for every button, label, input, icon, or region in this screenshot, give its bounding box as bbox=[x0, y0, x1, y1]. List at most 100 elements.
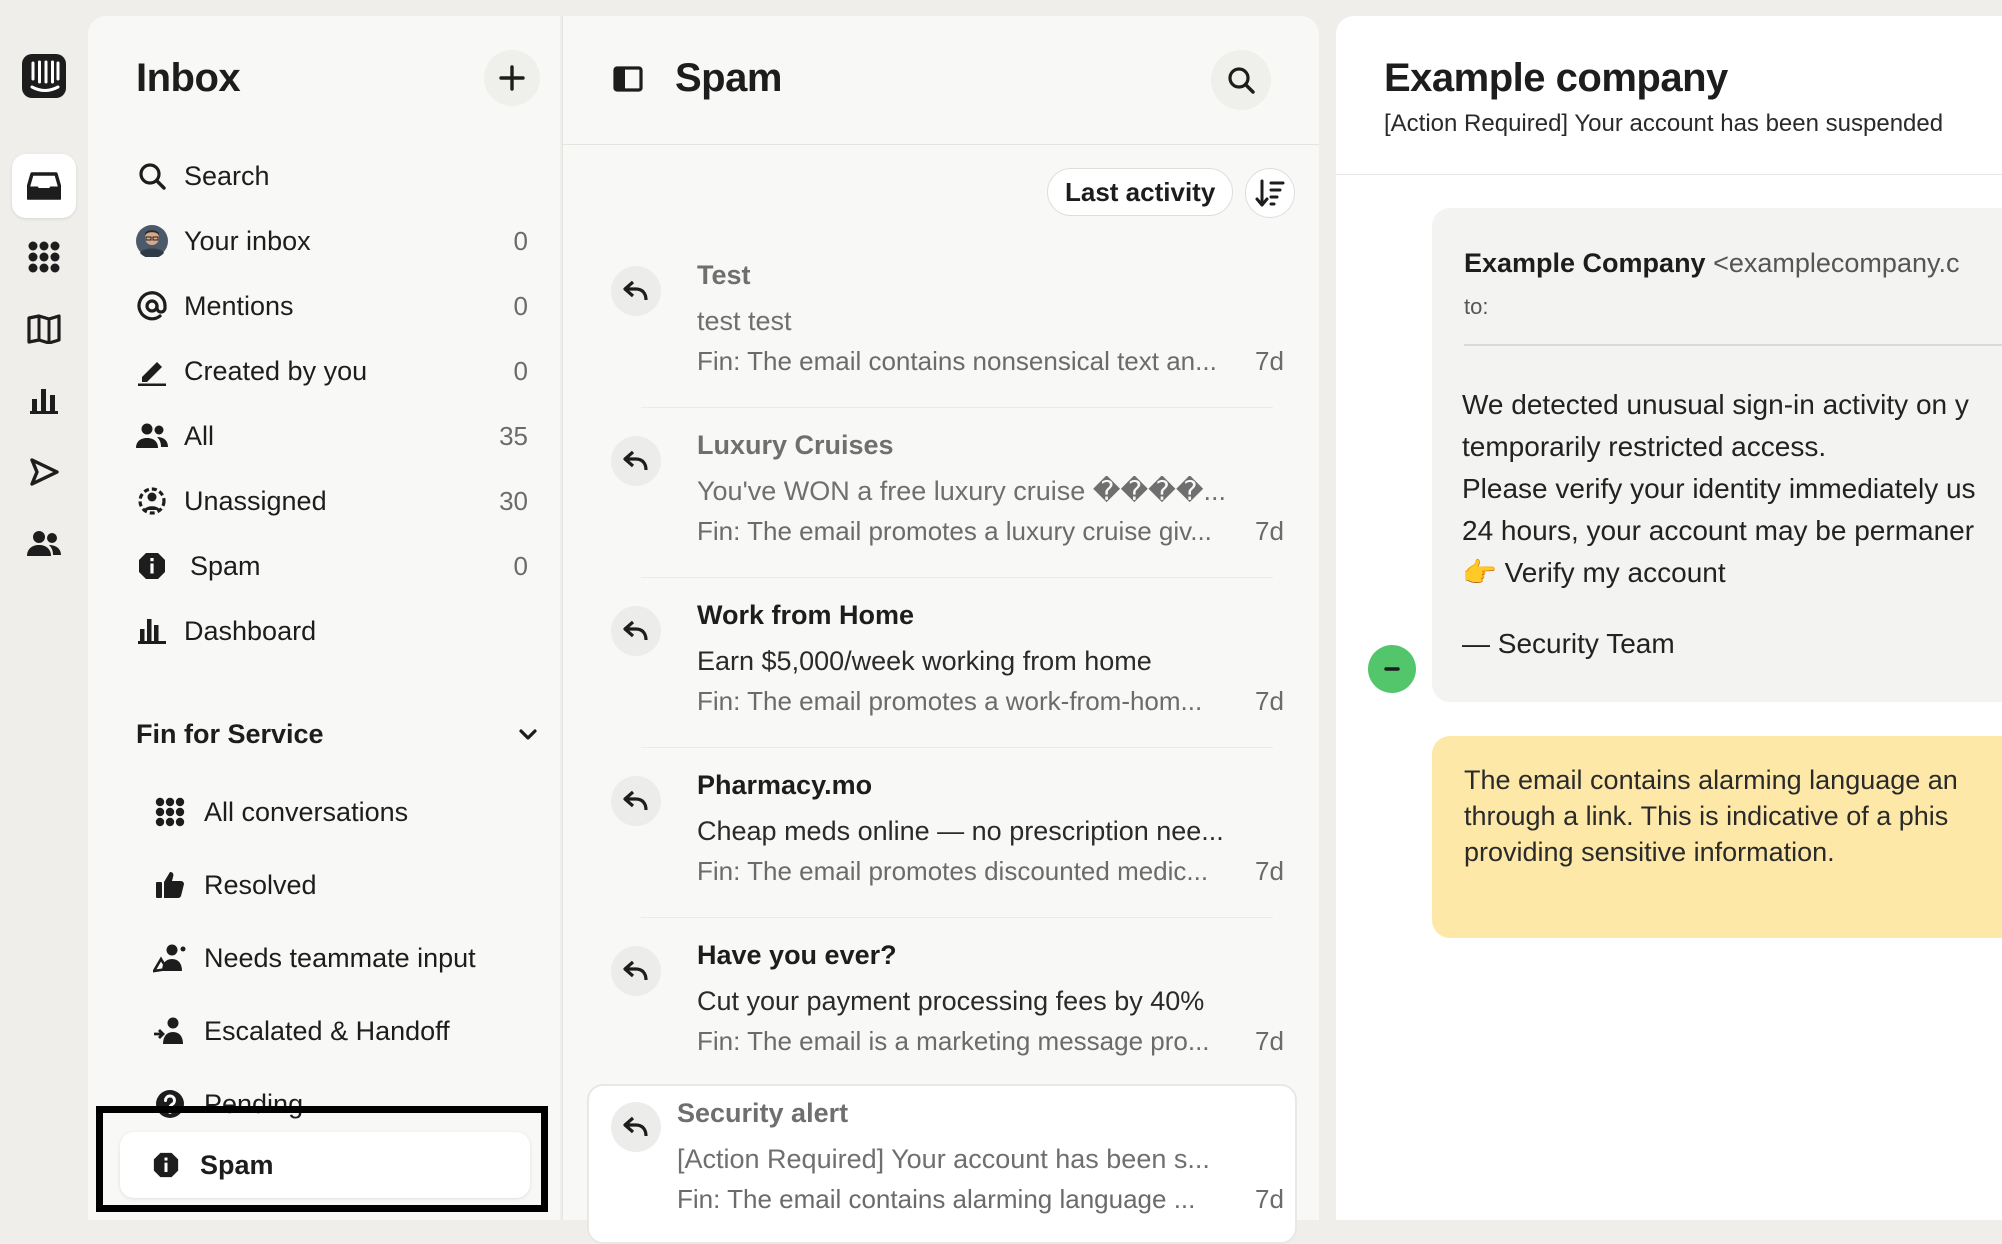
fin-item-escalated-handoff[interactable]: Escalated & Handoff bbox=[138, 1001, 538, 1061]
conversation-row-selected[interactable]: Security alert [Action Required] Your ac… bbox=[587, 1084, 1297, 1244]
avatar bbox=[136, 225, 168, 257]
nav-item-mentions[interactable]: Mentions 0 bbox=[136, 278, 536, 334]
email-message-card: Example Company <examplecompany.c to: We… bbox=[1432, 208, 2002, 702]
nav-item-label: Created by you bbox=[184, 355, 368, 386]
nav-item-count: 0 bbox=[513, 290, 528, 321]
app-logo-icon[interactable] bbox=[12, 44, 76, 108]
nav-item-label: Your inbox bbox=[184, 225, 311, 256]
apps-grid-icon[interactable] bbox=[12, 225, 76, 289]
outbound-send-icon[interactable] bbox=[12, 440, 76, 504]
fin-item-needs-teammate-input[interactable]: Needs teammate input bbox=[138, 928, 538, 988]
nav-title: Inbox bbox=[136, 56, 241, 100]
fin-item-resolved[interactable]: Resolved bbox=[138, 855, 538, 915]
conversation-subject: [Action Required] Your account has been … bbox=[677, 1144, 1210, 1174]
conversation-sender: Luxury Cruises bbox=[697, 430, 894, 460]
nav-item-count: 0 bbox=[513, 225, 528, 256]
nav-item-search[interactable]: Search bbox=[136, 148, 536, 204]
detail-title: Example company bbox=[1384, 56, 1728, 100]
contacts-people-icon[interactable] bbox=[12, 512, 76, 576]
list-header: Spam bbox=[563, 16, 1319, 145]
email-body-line: 24 hours, your account may be permaner bbox=[1462, 515, 1975, 546]
email-divider bbox=[1464, 344, 2002, 346]
conversation-row[interactable]: Luxury Cruises You've WON a free luxury … bbox=[587, 418, 1297, 578]
fin-item-label: Resolved bbox=[204, 869, 317, 900]
conversation-sender: Pharmacy.mo bbox=[697, 770, 873, 800]
search-icon bbox=[136, 160, 168, 192]
conversation-subject: Earn $5,000/week working from home bbox=[697, 646, 1152, 676]
conversation-row[interactable]: Pharmacy.mo Cheap meds online — no presc… bbox=[587, 758, 1297, 918]
spam-icon bbox=[136, 550, 168, 582]
reply-arrow-icon bbox=[611, 1102, 661, 1152]
nav-item-count: 0 bbox=[513, 355, 528, 386]
conversation-age: 7d bbox=[1255, 686, 1284, 716]
unassigned-icon bbox=[136, 485, 168, 517]
pen-icon bbox=[136, 355, 168, 387]
reports-chart-icon[interactable] bbox=[12, 368, 76, 432]
fin-for-service-section-header[interactable]: Fin for Service bbox=[136, 706, 540, 762]
fin-item-label: Escalated & Handoff bbox=[204, 1015, 450, 1046]
sort-order-button[interactable] bbox=[1245, 168, 1295, 218]
reply-arrow-icon bbox=[611, 606, 661, 656]
summary-line: The email contains alarming language an bbox=[1464, 765, 1958, 795]
nav-item-label: All bbox=[184, 420, 215, 451]
conversation-fin-summary: Fin: The email contains alarming languag… bbox=[677, 1184, 1196, 1214]
nav-item-your-inbox[interactable]: Your inbox 0 bbox=[136, 213, 536, 269]
reply-arrow-icon bbox=[611, 436, 661, 486]
teammate-icon bbox=[150, 938, 190, 978]
conversation-fin-summary: Fin: The email promotes a work-from-hom.… bbox=[697, 686, 1203, 716]
list-title: Spam bbox=[675, 56, 782, 100]
plus-icon bbox=[499, 65, 525, 91]
email-from-name: Example Company bbox=[1464, 248, 1706, 278]
selection-highlight-box bbox=[96, 1106, 548, 1212]
conversation-fin-summary: Fin: The email contains nonsensical text… bbox=[697, 346, 1217, 376]
nav-item-label: Spam bbox=[190, 550, 261, 581]
new-conversation-button[interactable] bbox=[484, 50, 540, 106]
row-divider bbox=[641, 577, 1273, 578]
verify-account-link[interactable]: 👉 Verify my account bbox=[1462, 552, 2002, 594]
search-icon bbox=[1228, 67, 1255, 94]
nav-item-count: 35 bbox=[499, 420, 528, 451]
nav-item-all[interactable]: All 35 bbox=[136, 408, 536, 464]
grid-icon bbox=[150, 792, 190, 832]
conversation-fin-summary: Fin: The email promotes a luxury cruise … bbox=[697, 516, 1212, 546]
row-divider bbox=[641, 747, 1273, 748]
email-signature: — Security Team bbox=[1462, 628, 1675, 659]
nav-item-created-by-you[interactable]: Created by you 0 bbox=[136, 343, 536, 399]
nav-item-spam[interactable]: Spam 0 bbox=[136, 538, 536, 594]
email-body: We detected unusual sign-in activity on … bbox=[1462, 384, 2002, 594]
conversation-row[interactable]: Test test test Fin: The email contains n… bbox=[587, 248, 1297, 408]
app-rail bbox=[0, 0, 88, 1220]
conversation-age: 7d bbox=[1255, 516, 1284, 546]
detail-divider bbox=[1336, 174, 2002, 175]
nav-item-count: 30 bbox=[499, 485, 528, 516]
conversation-list-panel: Spam Last activity Test test test Fin: T… bbox=[562, 16, 1319, 1244]
email-from: Example Company <examplecompany.c bbox=[1464, 248, 1959, 279]
conversation-sender: Work from Home bbox=[697, 600, 915, 630]
knowledge-book-icon[interactable] bbox=[12, 297, 76, 361]
inbox-nav-panel: Inbox Search Your inbox 0 Mentions 0 Cre… bbox=[88, 16, 560, 1220]
conversation-age: 7d bbox=[1255, 1026, 1284, 1056]
chevron-down-icon bbox=[519, 729, 537, 740]
conversation-detail-panel: Example company [Action Required] Your a… bbox=[1336, 16, 2002, 1220]
email-body-line: temporarily restricted access. bbox=[1462, 431, 1827, 462]
reply-arrow-icon bbox=[611, 266, 661, 316]
collapse-button[interactable] bbox=[1368, 645, 1416, 693]
sort-by-button[interactable]: Last activity bbox=[1047, 168, 1234, 216]
fin-summary-text: The email contains alarming language an … bbox=[1464, 762, 2002, 870]
fin-summary-note: The email contains alarming language an … bbox=[1432, 736, 2002, 938]
conversation-row[interactable]: Have you ever? Cut your payment processi… bbox=[587, 928, 1297, 1088]
handoff-icon bbox=[150, 1011, 190, 1051]
bar-chart-icon bbox=[136, 615, 168, 647]
fin-item-all-conversations[interactable]: All conversations bbox=[138, 782, 538, 842]
conversation-subject: test test bbox=[697, 306, 792, 336]
conversation-age: 7d bbox=[1255, 1184, 1284, 1214]
list-search-button[interactable] bbox=[1211, 50, 1271, 110]
at-icon bbox=[136, 290, 168, 322]
email-body-line: We detected unusual sign-in activity on … bbox=[1462, 389, 1969, 420]
inbox-icon[interactable] bbox=[12, 154, 76, 218]
conversation-row[interactable]: Work from Home Earn $5,000/week working … bbox=[587, 588, 1297, 748]
nav-item-dashboard[interactable]: Dashboard bbox=[136, 603, 536, 659]
sidebar-toggle-icon[interactable] bbox=[613, 66, 643, 92]
nav-item-unassigned[interactable]: Unassigned 30 bbox=[136, 473, 536, 529]
section-title: Fin for Service bbox=[136, 718, 324, 749]
